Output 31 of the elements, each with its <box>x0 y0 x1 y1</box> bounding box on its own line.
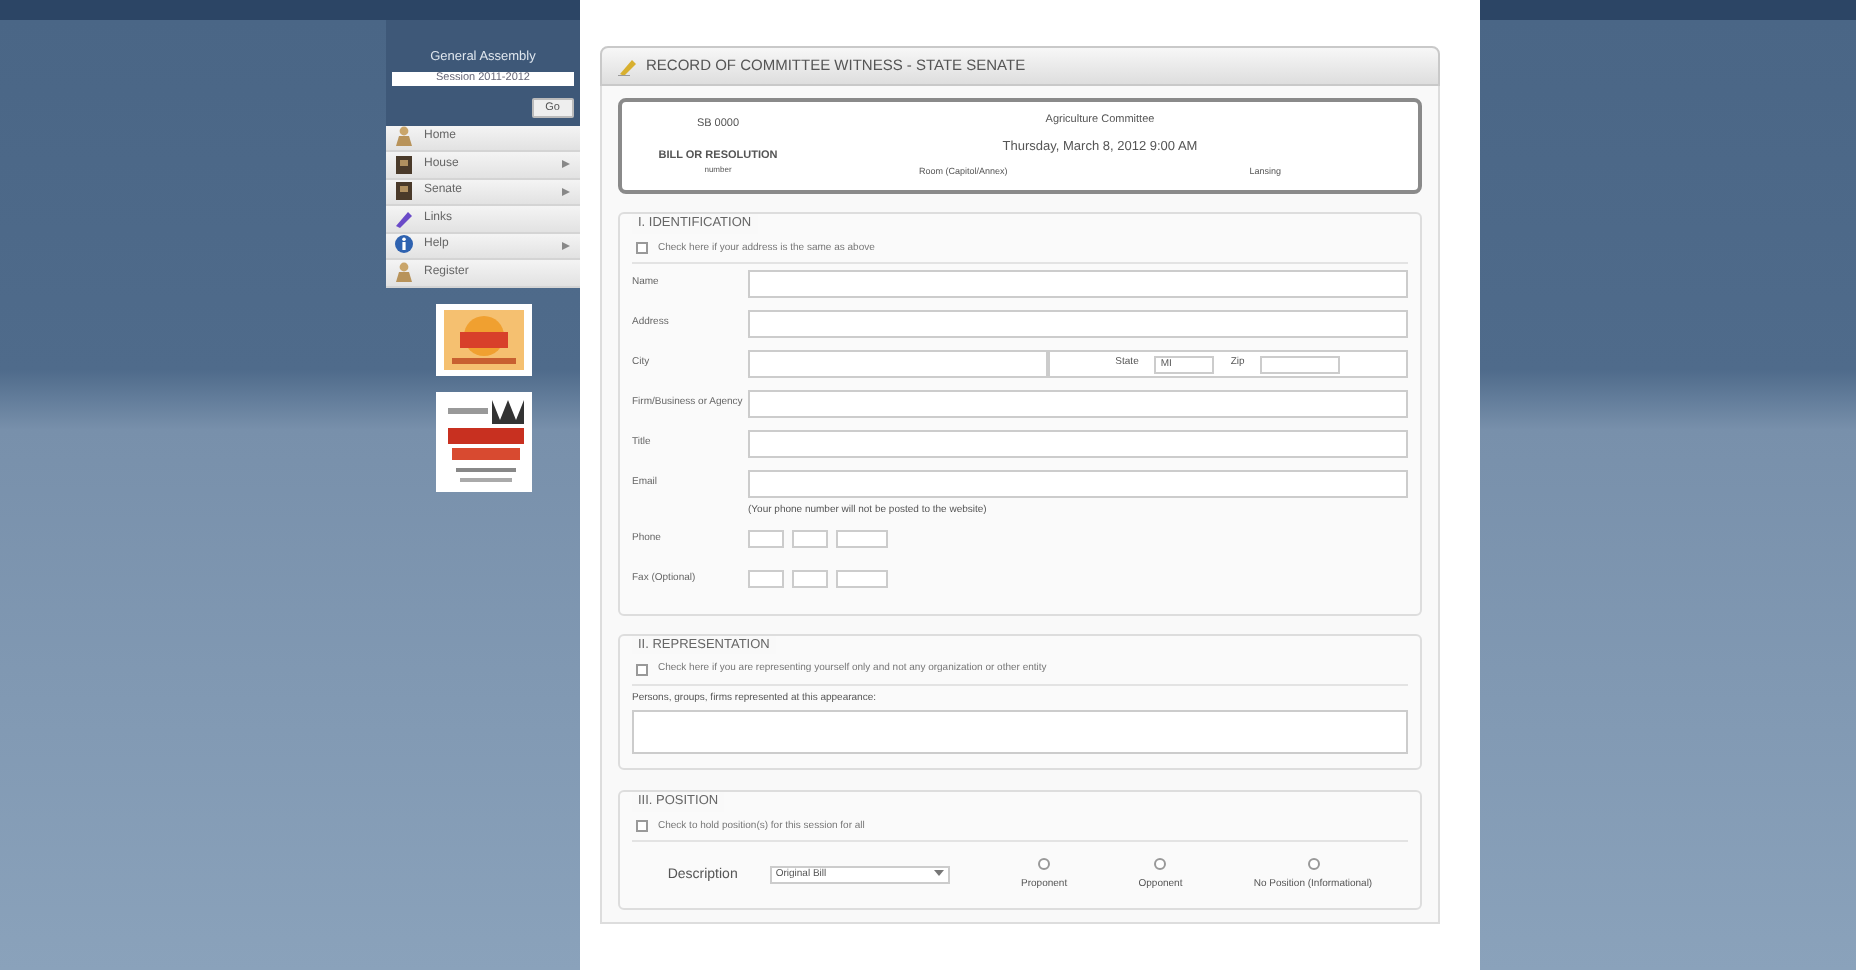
input-field[interactable] <box>748 570 784 588</box>
input-field[interactable] <box>748 310 1408 338</box>
submenu-arrow-icon <box>560 158 572 171</box>
input-field[interactable] <box>748 430 1408 458</box>
info-icon <box>394 234 414 257</box>
input-field[interactable] <box>792 570 828 588</box>
radio-button[interactable] <box>1307 858 1319 870</box>
submenu-arrow-icon <box>560 185 572 198</box>
caret-icon <box>933 868 944 879</box>
input-field[interactable] <box>836 570 888 588</box>
input-field[interactable] <box>748 530 784 548</box>
figure-icon <box>394 126 414 149</box>
checkbox[interactable] <box>636 820 648 833</box>
checkbox[interactable] <box>636 242 648 255</box>
radio-button[interactable] <box>1154 858 1167 870</box>
figure-icon <box>394 261 414 284</box>
text-area[interactable] <box>632 710 1408 754</box>
input-field[interactable] <box>748 270 1408 298</box>
radio-button[interactable] <box>1038 858 1051 870</box>
input-field[interactable] <box>792 530 828 548</box>
input-field[interactable] <box>748 470 1408 498</box>
submenu-arrow-icon <box>560 239 572 252</box>
building-icon <box>394 153 414 176</box>
pen-icon <box>618 56 638 76</box>
input-field[interactable] <box>748 390 1408 418</box>
checkbox[interactable] <box>636 663 648 676</box>
zip-field[interactable] <box>1260 355 1341 373</box>
input-field[interactable] <box>836 530 888 548</box>
pen-icon <box>394 207 414 230</box>
building-icon <box>394 180 414 203</box>
input-field[interactable] <box>748 350 1048 378</box>
